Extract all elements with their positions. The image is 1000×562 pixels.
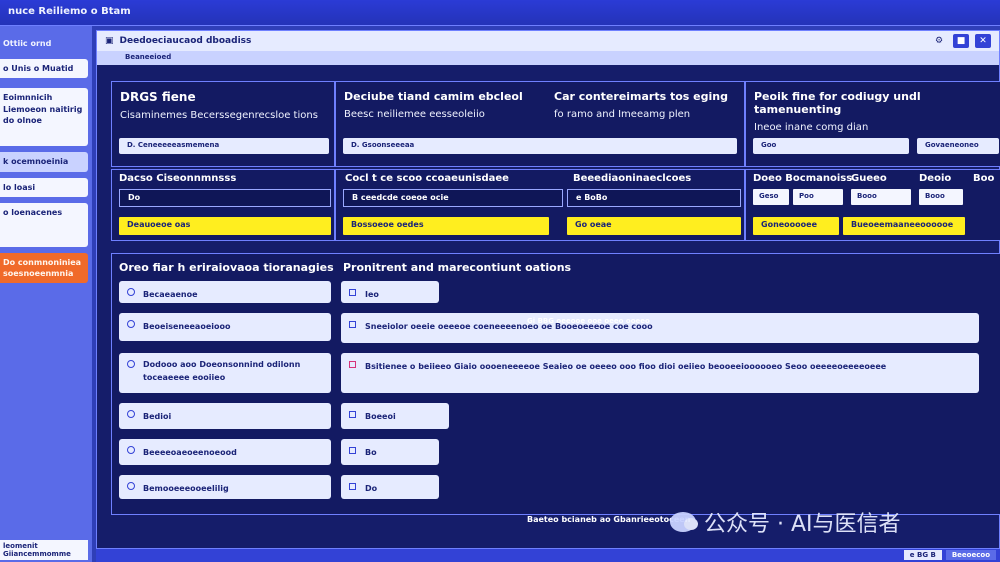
radio-icon <box>127 446 135 454</box>
sidebar-item-5[interactable]: o loenacenes <box>0 202 88 247</box>
sidebar-item-6[interactable]: Do conmnoniniea soesnoeenmnia <box>0 252 88 283</box>
sidebar-item-1[interactable]: o Unis o Muatid <box>0 59 88 79</box>
data-left-sub: Beesc neiliemee eesseoleiio <box>344 109 485 120</box>
radio-icon <box>127 320 135 328</box>
list-item-label: Bo <box>365 448 377 457</box>
subheader: Beaneeioed <box>97 51 999 65</box>
radio-icon <box>127 360 135 368</box>
option-yellow-1[interactable]: Goneooooee <box>753 217 839 235</box>
data-right-sub: fo ramo and Imeeamg plen <box>554 109 691 120</box>
option-value-1[interactable]: Poo <box>793 189 843 205</box>
data-left-title: Deciube tiand camim ebcleol <box>344 90 523 103</box>
main-window: ▣ Deedoeciaucaod dboadiss ⚙ ■ ✕ Beaneeio… <box>96 30 1000 560</box>
meta-input[interactable]: e BoBo <box>567 189 741 207</box>
left-list-item-5[interactable]: Bemooeeeooeelilig <box>119 475 331 499</box>
list-item-label: Bemooeeeooeelilig <box>143 484 229 493</box>
costs-label: Cocl t ce scoo ccoaeunisdaee <box>345 173 509 184</box>
close-button[interactable]: ✕ <box>975 34 991 48</box>
left-list-item-3[interactable]: Bedioi <box>119 403 331 429</box>
cost-field-right[interactable]: Govaeneoneo <box>917 138 999 154</box>
checkbox-icon <box>349 447 356 454</box>
costs-input[interactable]: B ceedcde coeoe ocie <box>343 189 563 207</box>
right-list-item-4[interactable]: Bo <box>341 439 439 465</box>
list-item-label: Beoeiseneeaoeiooo <box>143 322 231 331</box>
sidebar-item-3[interactable]: k ocemnoeinia <box>0 152 88 172</box>
option-label-1: Gueeo <box>851 173 887 184</box>
drg-panel: DRGS fiene Cisaminemes Becerssegenrecslo… <box>111 81 335 167</box>
status-right: e BG B Beeoecoo <box>903 550 996 560</box>
radio-icon <box>127 410 135 418</box>
checkbox-icon <box>349 411 356 418</box>
radio-icon <box>127 482 135 490</box>
left-list-item-0[interactable]: Becaeaenoe <box>119 281 331 303</box>
cost-field-left[interactable]: Goo <box>753 138 909 154</box>
data-field[interactable]: D. Gsoonseeeaa <box>343 138 737 154</box>
list-item-label: Bedioi <box>143 412 172 421</box>
data-panel: Deciube tiand camim ebcleol Beesc neilie… <box>335 81 745 167</box>
watermark: 公众号 · AI与医信者 <box>670 506 901 538</box>
checkbox-icon <box>349 361 356 368</box>
right-list-item-5[interactable]: Do <box>341 475 439 499</box>
right-list-item-2[interactable]: Bsitienee o beiieeo Giaio oooeneeeeoe Se… <box>341 353 979 393</box>
meta-yellow[interactable]: Go oeae <box>567 217 741 235</box>
right-list-title: Pronitrent and marecontiunt oations <box>343 261 572 274</box>
settings-icon[interactable]: ⚙ <box>931 34 947 48</box>
wechat-icon <box>670 512 698 532</box>
sidebar-item-2[interactable]: Eoimnnicih Liemoeon naitirig do olnoe <box>0 88 88 147</box>
checkbox-icon <box>349 483 356 490</box>
status-chip-1[interactable]: e BG B <box>903 550 942 560</box>
list-item-label: Ieo <box>365 290 379 299</box>
right-list-item-3[interactable]: Boeeoi <box>341 403 449 429</box>
diagnosis-label: Dacso Ciseonnmnsss <box>119 173 237 184</box>
sidebar-item-0[interactable]: Ottiic ornd <box>0 34 88 53</box>
option-label-2: Deoio <box>919 173 952 184</box>
right-list-item-1[interactable]: Sneeiolor oeeie oeeeoe coeneeeenoeo oe B… <box>341 313 979 343</box>
radio-icon <box>127 288 135 296</box>
list-item-label: Do <box>365 484 378 493</box>
list-item-label: Bsitienee o beiieeo Giaio oooeneeeeoe Se… <box>365 362 887 371</box>
left-list-item-2[interactable]: Dodooo aoo Doeonsonnind odilonn toceaeee… <box>119 353 331 393</box>
costs-yellow[interactable]: Bossoeoe oedes <box>343 217 549 235</box>
sidebar-item-4[interactable]: lo loasi <box>0 177 88 197</box>
data-right-title: Car contereimarts tos eging <box>554 90 728 103</box>
cost-panel: Peoik fine for codiugy undl tamenuenting… <box>745 81 1000 167</box>
drg-subtitle: Cisaminemes Becerssegenrecsloe tions <box>120 110 318 121</box>
cost-title: Peoik fine for codiugy undl tamenuenting <box>754 90 921 116</box>
option-value-0[interactable]: Geso <box>753 189 789 205</box>
option-value-3[interactable]: Booo <box>919 189 963 205</box>
left-list-title: Oreo fiar h eriraiovaoa tioranagies <box>119 261 334 274</box>
list-item-label: Boeeoi <box>365 412 396 421</box>
option-label-3: Boo <box>973 173 995 184</box>
checkbox-icon <box>349 321 356 328</box>
list-item-label: Dodooo aoo Doeonsonnind odilonn toceaeee… <box>143 360 301 382</box>
statusbar: e BG B Beeoecoo <box>96 548 1000 562</box>
right-list-sub-note: Gi BBG oeeooe ooe oeeo ooeeo <box>527 317 650 325</box>
left-list-item-1[interactable]: Beoeiseneeaoeiooo <box>119 313 331 341</box>
diagnosis-yellow[interactable]: Deauoeoe oas <box>119 217 331 235</box>
checkbox-icon <box>349 289 356 296</box>
footer-text: Baeteo bcianeb ao Gbanrieeotoceen <box>527 515 691 524</box>
minimize-button[interactable]: ■ <box>953 34 969 48</box>
cost-sub: Ineoe inane comg dian <box>754 122 869 133</box>
list-item-label: Beeeeoaeoeenoeood <box>143 448 237 457</box>
option-value-2[interactable]: Booo <box>851 189 911 205</box>
watermark-text: 公众号 · AI与医信者 <box>704 512 901 537</box>
diagnosis-input[interactable]: Do <box>119 189 331 207</box>
status-chip-2[interactable]: Beeoecoo <box>945 550 996 560</box>
drg-field[interactable]: D. Ceneeeeeasmemena <box>119 138 329 154</box>
list-item-label: Becaeaenoe <box>143 290 198 299</box>
document-icon: ▣ <box>105 36 114 46</box>
sidebar-bottom-label: leomenit Giiancemmomme <box>0 540 88 560</box>
main-header-title: Deedoeciaucaod dboadiss <box>119 36 252 46</box>
option-yellow-2[interactable]: Bueoeemaaneeoooooe <box>843 217 965 235</box>
window-title: nuce Reiliemo o Btam <box>0 0 1000 26</box>
drg-title: DRGS fiene <box>120 90 196 104</box>
sidebar: Ottiic ornd o Unis o Muatid Eoimnnicih L… <box>0 26 92 562</box>
meta-label: Beeediaoninaeclcoes <box>573 173 692 184</box>
left-list-item-4[interactable]: Beeeeoaeoeenoeood <box>119 439 331 465</box>
main-header: ▣ Deedoeciaucaod dboadiss ⚙ ■ ✕ <box>97 31 999 51</box>
option-label-0: Doeo Bocmanoiss <box>753 173 853 184</box>
right-list-item-0[interactable]: Ieo <box>341 281 439 303</box>
